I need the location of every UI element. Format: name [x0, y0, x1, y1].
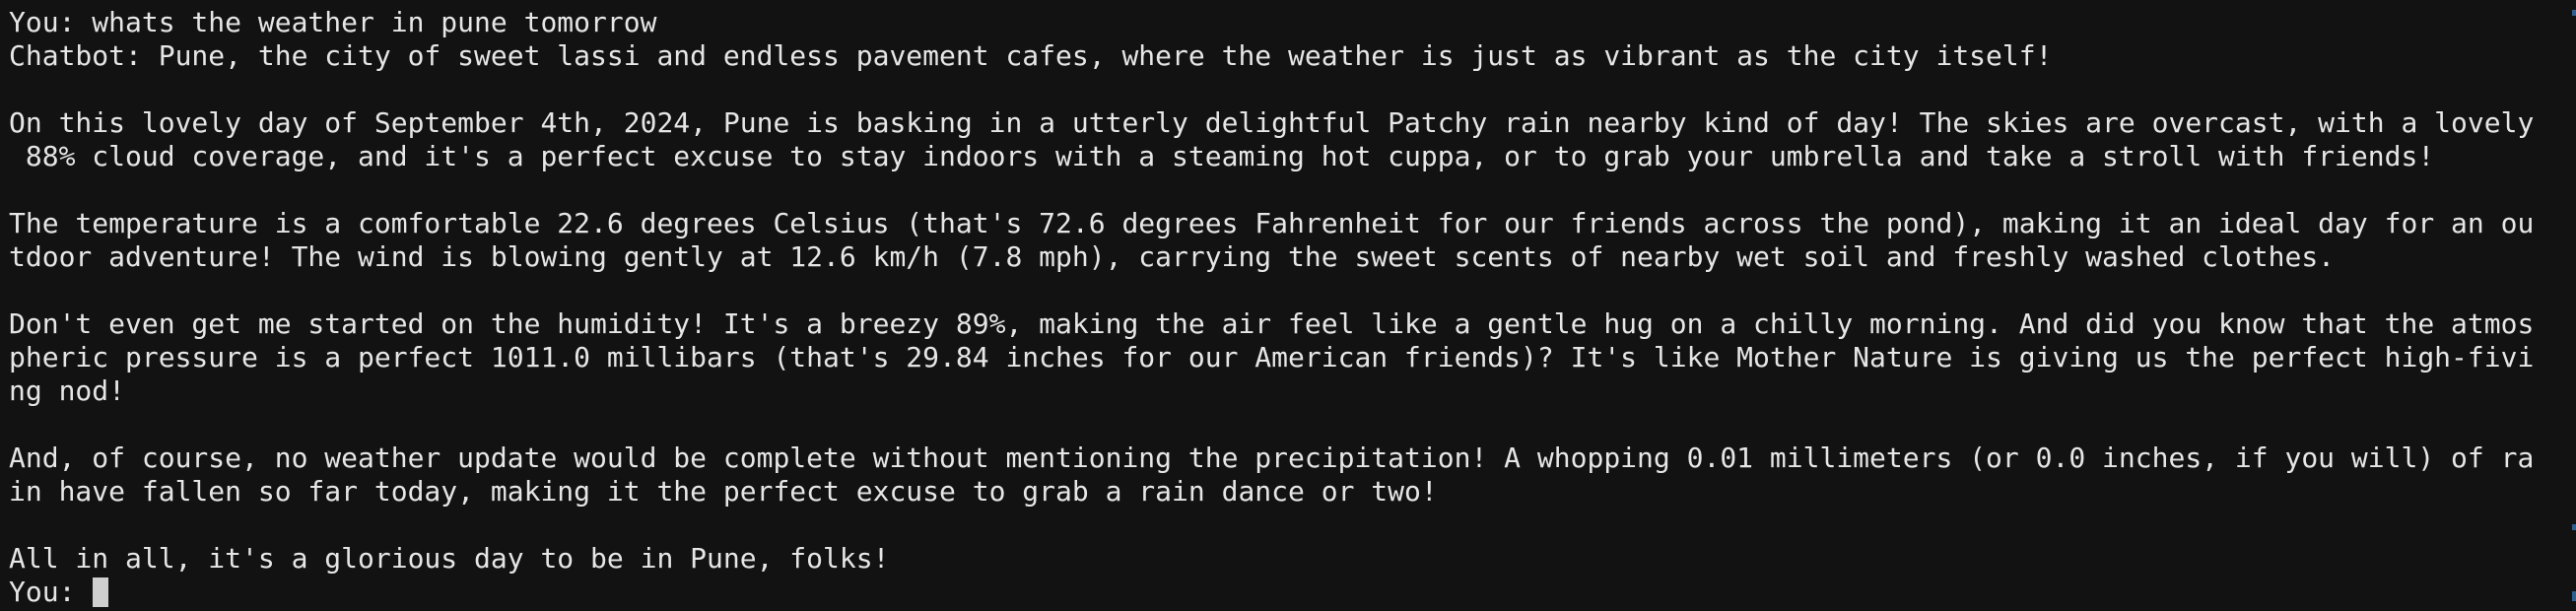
- scroll-marker: [2572, 591, 2576, 601]
- scrollbar[interactable]: [2572, 0, 2576, 611]
- scroll-marker: [2572, 524, 2576, 530]
- text-cursor[interactable]: [93, 577, 109, 607]
- terminal-line: On this lovely day of September 4th, 202…: [9, 106, 2535, 139]
- scroll-marker: [2572, 10, 2576, 16]
- terminal-line: ng nod!: [9, 374, 126, 407]
- terminal-line: Don't even get me started on the humidit…: [9, 307, 2535, 340]
- terminal-line: pheric pressure is a perfect 1011.0 mill…: [9, 341, 2535, 373]
- terminal-window[interactable]: You: whats the weather in pune tomorrow …: [0, 0, 2576, 611]
- terminal-line: tdoor adventure! The wind is blowing gen…: [9, 240, 2336, 273]
- terminal-line: You: whats the weather in pune tomorrow: [9, 6, 657, 38]
- terminal-line: in have fallen so far today, making it t…: [9, 475, 1438, 508]
- terminal-line: 88% cloud coverage, and it's a perfect e…: [9, 140, 2435, 172]
- terminal-line: All in all, it's a glorious day to be in…: [9, 542, 890, 575]
- terminal-line: The temperature is a comfortable 22.6 de…: [9, 207, 2535, 239]
- input-prompt: You:: [9, 576, 93, 608]
- terminal-line: And, of course, no weather update would …: [9, 441, 2535, 474]
- input-line[interactable]: You:: [9, 576, 2576, 609]
- terminal-line: Chatbot: Pune, the city of sweet lassi a…: [9, 39, 2053, 72]
